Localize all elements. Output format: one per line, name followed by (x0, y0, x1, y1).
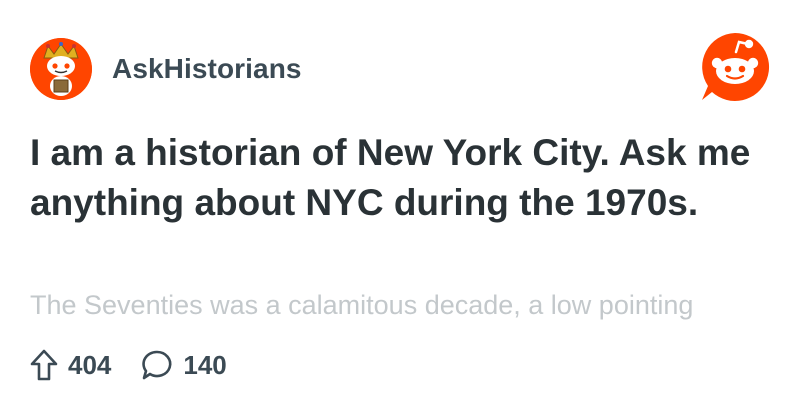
upvote-stat[interactable]: 404 (30, 349, 111, 381)
upvote-arrow-icon[interactable] (30, 349, 58, 381)
post-preview-text: The Seventies was a calamitous decade, a… (30, 290, 694, 320)
post-card[interactable]: AskHistorians I am a historian of New Yo… (0, 0, 800, 419)
comment-bubble-icon[interactable] (141, 349, 173, 381)
community-avatar-icon[interactable] (30, 38, 92, 100)
post-header: AskHistorians (30, 38, 302, 100)
community-name[interactable]: AskHistorians (112, 53, 302, 85)
post-stats: 404 140 (30, 345, 257, 385)
post-title[interactable]: I am a historian of New York City. Ask m… (30, 128, 760, 228)
comment-count: 140 (183, 349, 227, 380)
comment-stat[interactable]: 140 (141, 349, 227, 381)
upvote-count: 404 (68, 349, 112, 380)
reddit-logo-icon[interactable] (698, 30, 772, 104)
